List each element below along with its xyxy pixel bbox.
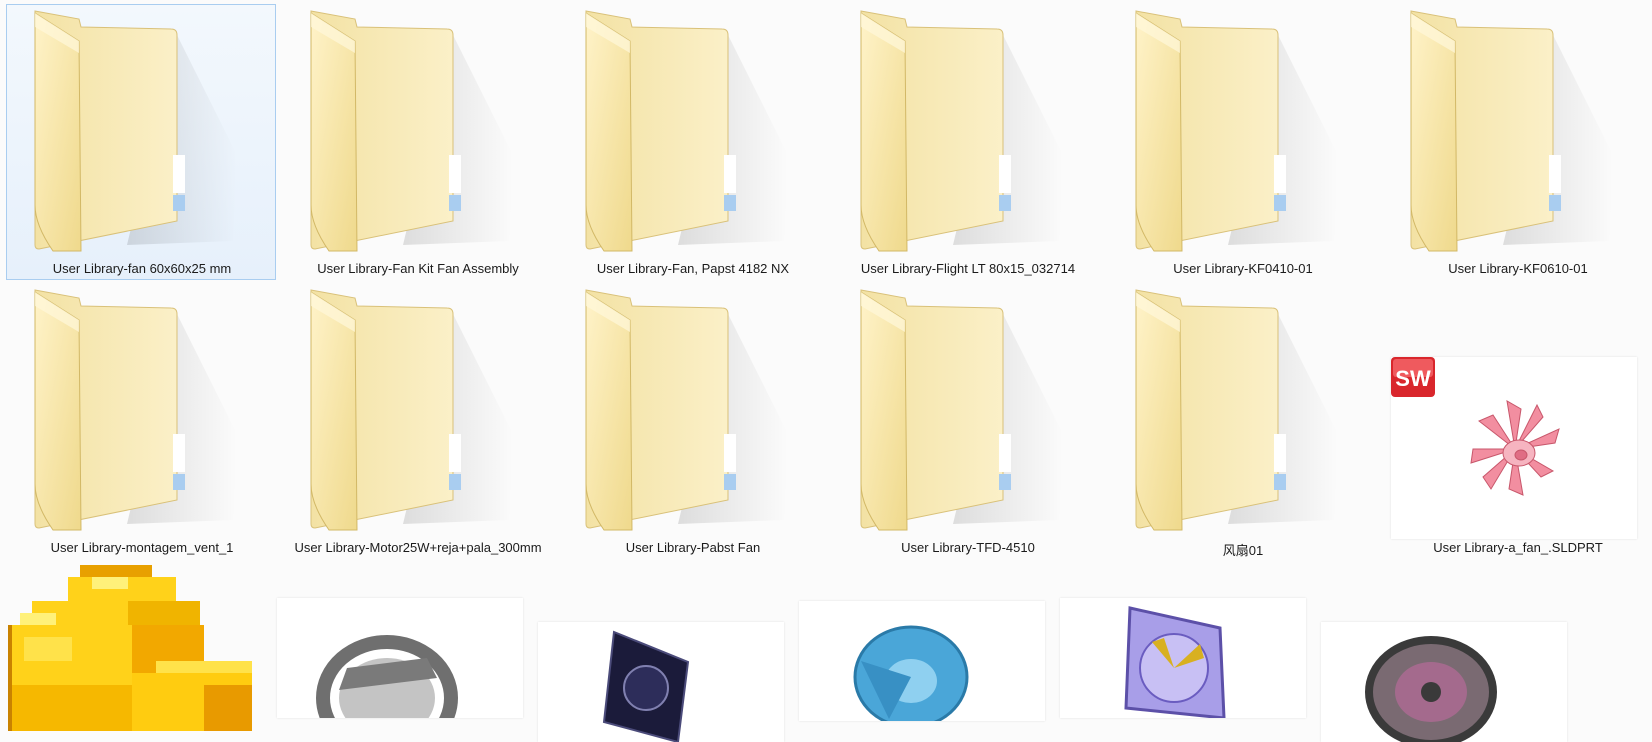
file-item-label: User Library-fan 60x60x25 mm xyxy=(52,261,232,276)
file-item-folder[interactable]: User Library-KF0610-01 xyxy=(1382,4,1652,280)
file-item-folder[interactable]: 风扇01 xyxy=(1107,283,1377,559)
file-item-label: User Library-Pabst Fan xyxy=(625,540,761,555)
file-item-folder[interactable]: User Library-Flight LT 80x15_032714 xyxy=(832,4,1102,280)
file-item-folder[interactable]: User Library-Pabst Fan xyxy=(557,283,827,559)
black-fan-part-icon xyxy=(1365,636,1497,742)
gray-fan-part-icon xyxy=(316,635,458,718)
file-item-folder[interactable]: User Library-Fan, Papst 4182 NX xyxy=(557,4,827,280)
folder-icon xyxy=(558,284,828,540)
folder-icon xyxy=(283,284,553,540)
folder-icon xyxy=(1108,5,1378,261)
file-item-label: User Library-KF0610-01 xyxy=(1448,261,1588,276)
folder-icon xyxy=(833,5,1103,261)
folder-icon xyxy=(7,284,277,540)
file-item-label: User Library-montagem_vent_1 xyxy=(50,540,234,555)
file-item-part-preview[interactable] xyxy=(1060,598,1306,718)
file-item-folder[interactable]: User Library-montagem_vent_1 xyxy=(6,283,276,559)
solidworks-badge-icon: SW xyxy=(1391,357,1435,397)
file-item-part-preview[interactable] xyxy=(1321,622,1567,742)
folder-icon xyxy=(558,5,828,261)
file-item-label: User Library-a_fan_.SLDPRT xyxy=(1433,540,1603,555)
folder-icon xyxy=(1383,5,1652,261)
file-item-folder[interactable]: User Library-Motor25W+reja+pala_300mm xyxy=(282,283,552,559)
folder-icon xyxy=(7,5,277,261)
folder-icon xyxy=(283,5,553,261)
lego-brick-icon xyxy=(8,565,252,731)
folder-icon xyxy=(833,284,1103,540)
file-item-label: User Library-Fan, Papst 4182 NX xyxy=(596,261,790,276)
file-item-label: User Library-Motor25W+reja+pala_300mm xyxy=(294,540,542,555)
folder-icon xyxy=(1108,284,1378,540)
part-thumbnail: SW xyxy=(1383,284,1652,540)
file-item-part-preview[interactable] xyxy=(799,601,1045,721)
file-item-label: 风扇01 xyxy=(1222,543,1264,558)
cad-preview-card: SW xyxy=(1391,357,1637,539)
file-item-folder[interactable]: User Library-fan 60x60x25 mm xyxy=(6,4,276,280)
file-item-folder[interactable]: User Library-TFD-4510 xyxy=(832,283,1102,559)
file-item-part-preview[interactable] xyxy=(277,598,523,718)
file-item-folder[interactable]: User Library-KF0410-01 xyxy=(1107,4,1377,280)
file-item-label: User Library-Flight LT 80x15_032714 xyxy=(860,261,1076,276)
file-item-folder[interactable]: User Library-Fan Kit Fan Assembly xyxy=(282,4,552,280)
blue-fan-part-icon xyxy=(853,625,969,721)
file-item-label: User Library-TFD-4510 xyxy=(901,540,1035,555)
dark-fan-part-icon xyxy=(602,630,690,742)
pixel-puzzle-file-icon[interactable] xyxy=(8,565,270,731)
purple-fan-part-icon xyxy=(1124,606,1226,718)
file-icon-grid: User Library-fan 60x60x25 mm User Librar… xyxy=(0,0,1652,742)
file-item-part-file[interactable]: SW User Library-a_fan_.SLDPRT xyxy=(1382,283,1652,559)
file-item-label: User Library-Fan Kit Fan Assembly xyxy=(317,261,519,276)
file-item-part-preview[interactable] xyxy=(538,622,784,742)
file-item-label: User Library-KF0410-01 xyxy=(1173,261,1313,276)
svg-text:SW: SW xyxy=(1395,366,1431,391)
